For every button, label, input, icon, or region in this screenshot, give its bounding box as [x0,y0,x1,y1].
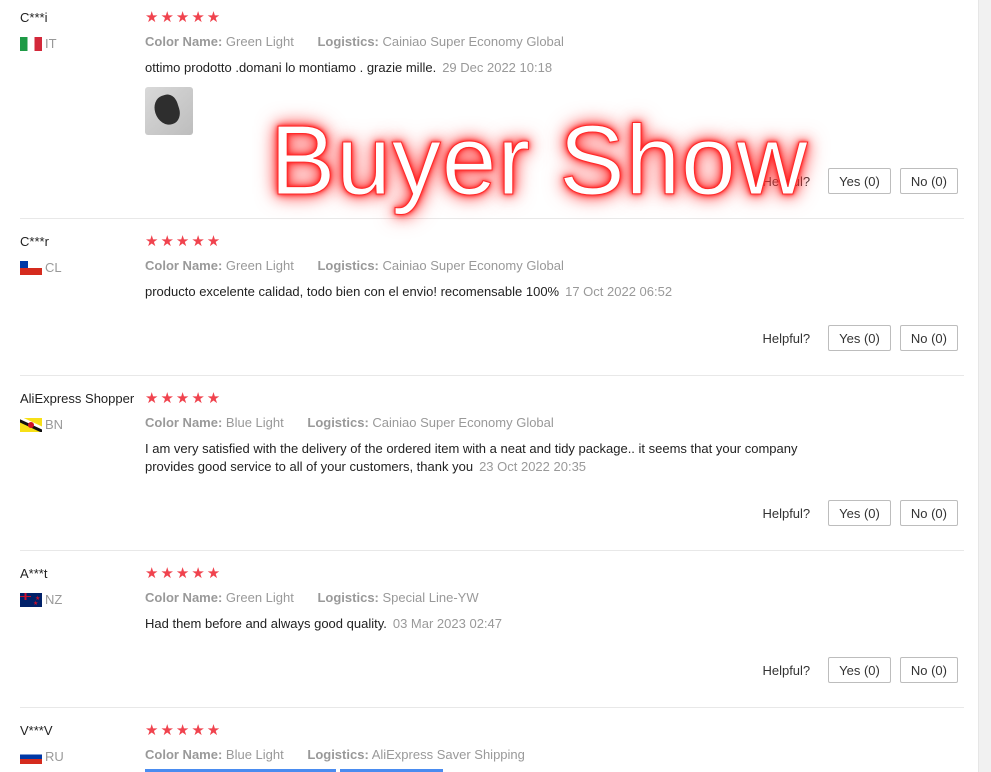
helpful-no-button[interactable]: No (0) [899,657,958,683]
reviewer-name: C***i [20,10,48,25]
review-text: I am very satisfied with the delivery of… [145,440,835,476]
review-item: C***r CL ★★★★★ Color Name: Green Light L… [20,234,964,376]
review-attributes: Color Name: Green Light Logistics: Caini… [145,34,964,50]
reviewer-info: C***i IT [20,10,144,51]
logistics-label: Logistics: [317,590,379,605]
review-text: ottimo prodotto .domani lo montiamo . gr… [145,59,835,77]
buyer-show-watermark: Buyer Show [269,105,809,216]
scrollbar[interactable] [978,0,991,772]
star-rating: ★★★★★ [145,390,223,407]
review-item: AliExpress Shopper BN ★★★★★ Color Name: … [20,391,964,551]
reviewer-name: V***V [20,723,53,738]
review-date: 17 Oct 2022 06:52 [565,284,673,299]
logistics-label: Logistics: [307,415,369,430]
helpful-voting: Helpful? Yes (0) No (0) [762,500,958,526]
brunei-flag-icon [20,417,42,432]
logistics-value: Cainiao Super Economy Global [382,34,564,49]
color-name-label: Color Name: [145,747,223,762]
review-photo-thumbnail[interactable] [145,87,193,135]
country-code: BN [45,417,64,432]
review-content: ★★★★★ Color Name: Blue Light Logistics: … [145,723,964,763]
color-name-value: Blue Light [225,747,284,762]
review-date: 03 Mar 2023 02:47 [392,616,502,631]
color-name-value: Green Light [225,258,294,273]
logistics-value: Cainiao Super Economy Global [372,415,554,430]
reviewer-country: IT [20,36,144,51]
helpful-yes-button[interactable]: Yes (0) [828,325,891,351]
chile-flag-icon [20,260,42,275]
helpful-label: Helpful? [762,662,811,678]
star-rating: ★★★★★ [145,565,223,582]
star-rating: ★★★★★ [145,722,223,739]
country-code: NZ [45,592,63,607]
review-body: I am very satisfied with the delivery of… [145,441,798,474]
color-name-label: Color Name: [145,258,223,273]
country-code: CL [45,260,62,275]
reviewer-name: AliExpress Shopper [20,391,135,406]
color-name-label: Color Name: [145,415,223,430]
helpful-voting: Helpful? Yes (0) No (0) [762,325,958,351]
helpful-voting: Helpful? Yes (0) No (0) [762,657,958,683]
review-attributes: Color Name: Green Light Logistics: Caini… [145,258,964,274]
review-date: 23 Oct 2022 20:35 [479,459,587,474]
color-name-label: Color Name: [145,34,223,49]
color-name-value: Green Light [225,590,294,605]
review-date: 29 Dec 2022 10:18 [442,60,553,75]
review-body: producto excelente calidad, todo bien co… [145,284,560,299]
review-content: ★★★★★ Color Name: Green Light Logistics:… [145,566,964,633]
country-code: IT [45,36,57,51]
logistics-label: Logistics: [317,258,379,273]
logistics-label: Logistics: [317,34,379,49]
helpful-label: Helpful? [762,330,811,346]
review-body: Had them before and always good quality. [145,616,387,631]
reviewer-country: BN [20,417,144,432]
helpful-yes-button[interactable]: Yes (0) [828,168,891,194]
new-zealand-flag-icon: ★ ★ [20,592,42,607]
reviewer-info: A***t ★ ★ NZ [20,566,144,607]
reviewer-country: CL [20,260,144,275]
helpful-label: Helpful? [762,505,811,521]
review-attributes: Color Name: Green Light Logistics: Speci… [145,590,964,606]
color-name-label: Color Name: [145,590,223,605]
helpful-yes-button[interactable]: Yes (0) [828,500,891,526]
star-rating: ★★★★★ [145,9,223,26]
helpful-no-button[interactable]: No (0) [899,500,958,526]
review-text: producto excelente calidad, todo bien co… [145,283,835,301]
review-attributes: Color Name: Blue Light Logistics: AliExp… [145,747,964,763]
reviewer-name: A***t [20,566,48,581]
country-code: RU [45,749,64,764]
star-rating: ★★★★★ [145,233,223,250]
review-item: V***V RU ★★★★★ Color Name: Blue Light Lo… [20,723,964,772]
review-text: Had them before and always good quality.… [145,615,835,633]
product-photo-icon [150,92,184,128]
review-item: A***t ★ ★ NZ ★★★★★ Color Name: Green Lig… [20,566,964,708]
logistics-value: Cainiao Super Economy Global [382,258,564,273]
russia-flag-icon [20,749,42,764]
color-name-value: Green Light [225,34,294,49]
review-body: ottimo prodotto .domani lo montiamo . gr… [145,60,437,75]
reviewer-info: V***V RU [20,723,144,764]
reviewer-info: AliExpress Shopper BN [20,391,144,432]
logistics-value: AliExpress Saver Shipping [371,747,525,762]
reviewer-country: RU [20,749,144,764]
logistics-label: Logistics: [307,747,369,762]
helpful-no-button[interactable]: No (0) [899,325,958,351]
review-attributes: Color Name: Blue Light Logistics: Cainia… [145,415,964,431]
italy-flag-icon [20,36,42,51]
logistics-value: Special Line-YW [382,590,479,605]
reviewer-name: C***r [20,234,49,249]
helpful-no-button[interactable]: No (0) [899,168,958,194]
review-content: ★★★★★ Color Name: Green Light Logistics:… [145,234,964,301]
color-name-value: Blue Light [225,415,284,430]
reviewer-country: ★ ★ NZ [20,592,144,607]
review-content: ★★★★★ Color Name: Blue Light Logistics: … [145,391,964,476]
helpful-yes-button[interactable]: Yes (0) [828,657,891,683]
reviewer-info: C***r CL [20,234,144,275]
